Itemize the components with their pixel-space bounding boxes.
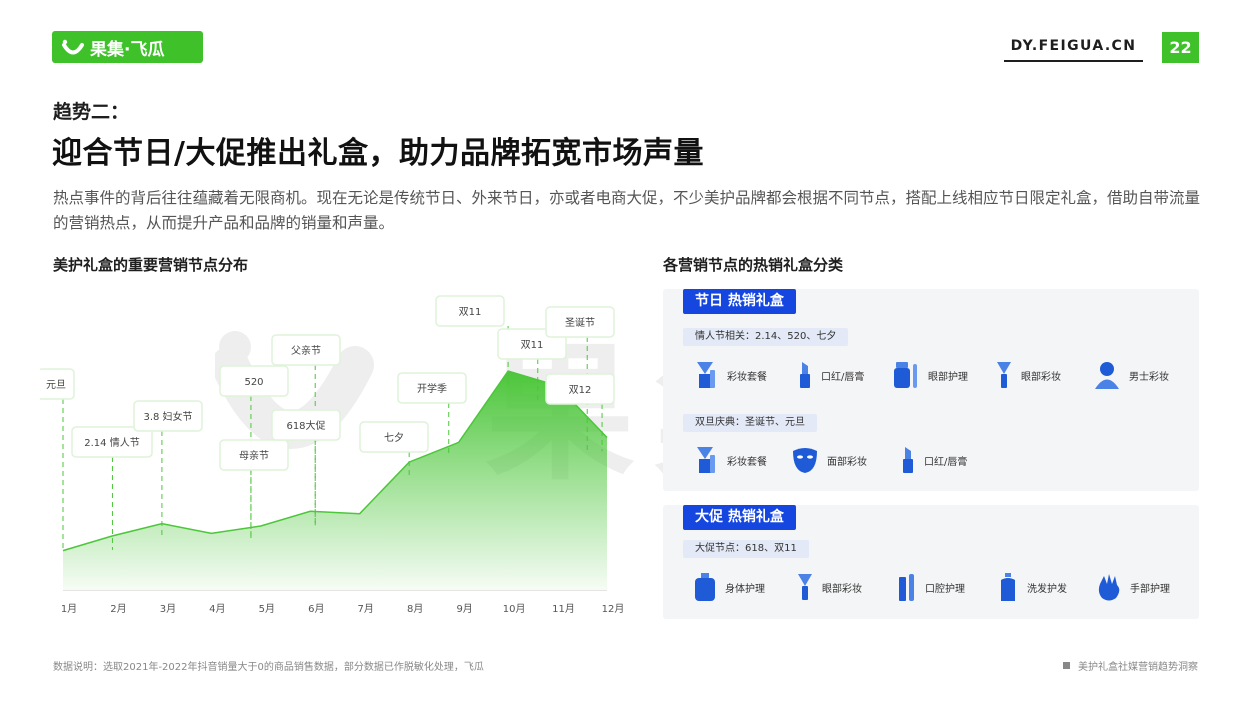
festival-panel: 节日 热销礼盒 情人节相关：2.14、520、七夕 彩妆套餐 口红/唇膏 眼部护… — [663, 289, 1199, 491]
annotation-box: 520 — [219, 365, 289, 397]
item-label: 彩妆套餐 — [727, 371, 767, 383]
hand-icon — [1098, 574, 1120, 601]
valentine-chip: 情人节相关：2.14、520、七夕 — [683, 328, 849, 346]
eye-care-icon — [894, 362, 917, 388]
nodes-area-chart: 元旦 2.14 情人节 3.8 妇女节 520 母亲节 父亲节 618大促七夕 开学季 双11 双… — [40, 295, 625, 615]
eye-makeup-icon — [997, 362, 1011, 388]
lipstick-icon — [903, 447, 913, 473]
item-label: 口红/唇膏 — [924, 456, 968, 468]
site-url[interactable]: DY.FEIGUA.CN — [1004, 36, 1143, 62]
promo-row-item: 身体护理 — [693, 572, 765, 602]
page-description: 热点事件的背后往往蕴藏着无限商机。现在无论是传统节日、外来节日，亦或者电商大促，… — [53, 189, 1201, 232]
festival-row1-item: 口红/唇膏 — [797, 360, 864, 390]
logo-icon — [62, 39, 84, 55]
annotation-label: 圣诞节 — [565, 316, 595, 329]
festival-panel-head: 节日 热销礼盒 — [683, 289, 796, 314]
makeup-kit-icon — [697, 447, 715, 473]
eye-makeup-icon — [798, 574, 812, 600]
item-label: 口腔护理 — [925, 583, 965, 595]
annotation-label: 双11 — [459, 306, 482, 318]
annotation-box: 父亲节 — [271, 334, 341, 366]
festival-row1-item: 男士彩妆 — [1093, 360, 1169, 390]
promo-row-item: 手部护理 — [1096, 572, 1170, 602]
annotation-label: 520 — [244, 377, 263, 388]
report-name: 美护礼盒社媒营销趋势洞察 — [1063, 658, 1198, 673]
x-tick-label: 10月 — [503, 603, 526, 615]
annotation-box: 双11 — [435, 295, 505, 327]
new-year-chip: 双旦庆典：圣诞节、元旦 — [683, 414, 817, 432]
promo-panel-head: 大促 热销礼盒 — [683, 505, 796, 530]
annotation-box: 3.8 妇女节 — [133, 400, 203, 432]
festival-row1-item: 眼部彩妆 — [995, 360, 1061, 390]
item-label: 眼部彩妆 — [1021, 371, 1061, 383]
annotation-box: 开学季 — [397, 372, 467, 404]
promo-row-item: 洗发护发 — [997, 572, 1067, 602]
annotation-label: 3.8 妇女节 — [143, 410, 192, 423]
x-tick-label: 7月 — [358, 603, 374, 615]
x-tick-label: 8月 — [407, 603, 423, 615]
annotation-box: 双12 — [545, 373, 615, 405]
x-tick-label: 9月 — [456, 603, 472, 615]
annotation-box: 元旦 — [40, 368, 75, 400]
trend-label: 趋势二： — [53, 101, 130, 123]
annotation-label: 2.14 情人节 — [84, 436, 139, 449]
promo-row-item: 眼部彩妆 — [796, 572, 862, 602]
right-section-title: 各营销节点的热销礼盒分类 — [663, 256, 844, 274]
promo-panel: 大促 热销礼盒 大促节点：618、双11 身体护理 眼部彩妆 口腔护理 洗发护发… — [663, 505, 1199, 619]
annotation-box: 618大促 — [271, 409, 341, 441]
annotation-box: 圣诞节 — [545, 306, 615, 338]
item-label: 身体护理 — [725, 583, 765, 595]
left-section-title: 美护礼盒的重要营销节点分布 — [53, 256, 249, 274]
brand-logo: 果集·飞瓜 — [52, 31, 203, 63]
oral-care-icon — [899, 574, 914, 601]
face-mask-icon — [793, 448, 817, 473]
festival-row2-item: 面部彩妆 — [791, 445, 867, 475]
item-label: 男士彩妆 — [1129, 371, 1169, 383]
logo-text: 果集·飞瓜 — [90, 39, 165, 60]
item-label: 眼部护理 — [928, 371, 968, 383]
festival-row2-item: 口红/唇膏 — [900, 445, 967, 475]
annotation-box: 七夕 — [359, 421, 429, 453]
x-tick-label: 11月 — [552, 603, 575, 615]
shampoo-icon — [1001, 573, 1015, 601]
annotation-label: 元旦 — [46, 379, 66, 391]
page-number: 22 — [1162, 32, 1199, 63]
annotation-box: 母亲节 — [219, 439, 289, 471]
festival-row2-item: 彩妆套餐 — [691, 445, 767, 475]
x-tick-label: 4月 — [209, 603, 225, 615]
annotation-label: 双12 — [569, 384, 592, 396]
x-tick-label: 12月 — [602, 603, 625, 615]
man-icon — [1095, 362, 1119, 389]
page-title: 迎合节日/大促推出礼盒，助力品牌拓宽市场声量 — [52, 136, 704, 171]
square-icon — [1063, 662, 1070, 669]
x-tick-label: 3月 — [160, 603, 176, 615]
annotation-label: 母亲节 — [239, 449, 269, 462]
makeup-kit-icon — [697, 362, 715, 388]
item-label: 眼部彩妆 — [822, 583, 862, 595]
festival-row1-item: 彩妆套餐 — [691, 360, 767, 390]
annotation-label: 开学季 — [417, 382, 447, 395]
festival-row1-item: 眼部护理 — [892, 360, 968, 390]
item-label: 洗发护发 — [1027, 583, 1067, 595]
x-tick-label: 5月 — [259, 603, 275, 615]
annotation-label: 618大促 — [286, 419, 325, 432]
annotation-label: 双11 — [521, 339, 544, 351]
x-tick-label: 2月 — [110, 603, 126, 615]
item-label: 口红/唇膏 — [821, 371, 865, 383]
promo-row-item: 口腔护理 — [897, 572, 965, 602]
x-tick-label: 1月 — [61, 603, 77, 615]
report-name-text: 美护礼盒社媒营销趋势洞察 — [1078, 662, 1198, 673]
annotation-label: 七夕 — [384, 432, 404, 444]
promo-chip: 大促节点：618、双11 — [683, 540, 809, 558]
data-note: 数据说明：选取2021年-2022年抖音销量大于0的商品销售数据，部分数据已作脱… — [53, 662, 484, 673]
item-label: 手部护理 — [1130, 583, 1170, 595]
lipstick-icon — [800, 362, 810, 388]
body-care-bottle-icon — [695, 573, 715, 601]
x-tick-label: 6月 — [308, 603, 324, 615]
item-label: 彩妆套餐 — [727, 456, 767, 468]
annotation-label: 父亲节 — [291, 344, 321, 357]
item-label: 面部彩妆 — [827, 456, 867, 468]
